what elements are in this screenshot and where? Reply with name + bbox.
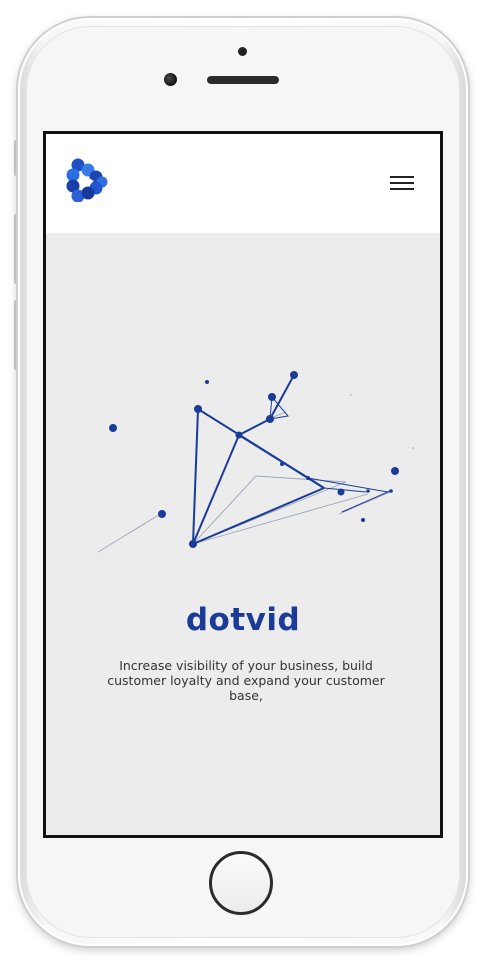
front-camera-icon [164, 73, 177, 86]
tagline-text: Increase visibility of your business, bu… [107, 658, 385, 703]
earpiece-speaker [207, 76, 279, 84]
dotvid-logo-icon[interactable] [66, 158, 108, 202]
device-mockup: dotvid Increase visibility of your busin… [0, 0, 480, 963]
menu-bar [390, 176, 414, 178]
brand-title: dotvid [185, 602, 301, 638]
site-header [46, 134, 440, 233]
hamburger-menu-icon[interactable] [390, 176, 414, 190]
menu-bar [390, 182, 414, 184]
phone-screen: dotvid Increase visibility of your busin… [43, 131, 443, 838]
constellation-play-icon [98, 371, 414, 553]
proximity-sensor [238, 47, 247, 56]
menu-bar [390, 188, 414, 190]
home-button[interactable] [209, 851, 273, 915]
